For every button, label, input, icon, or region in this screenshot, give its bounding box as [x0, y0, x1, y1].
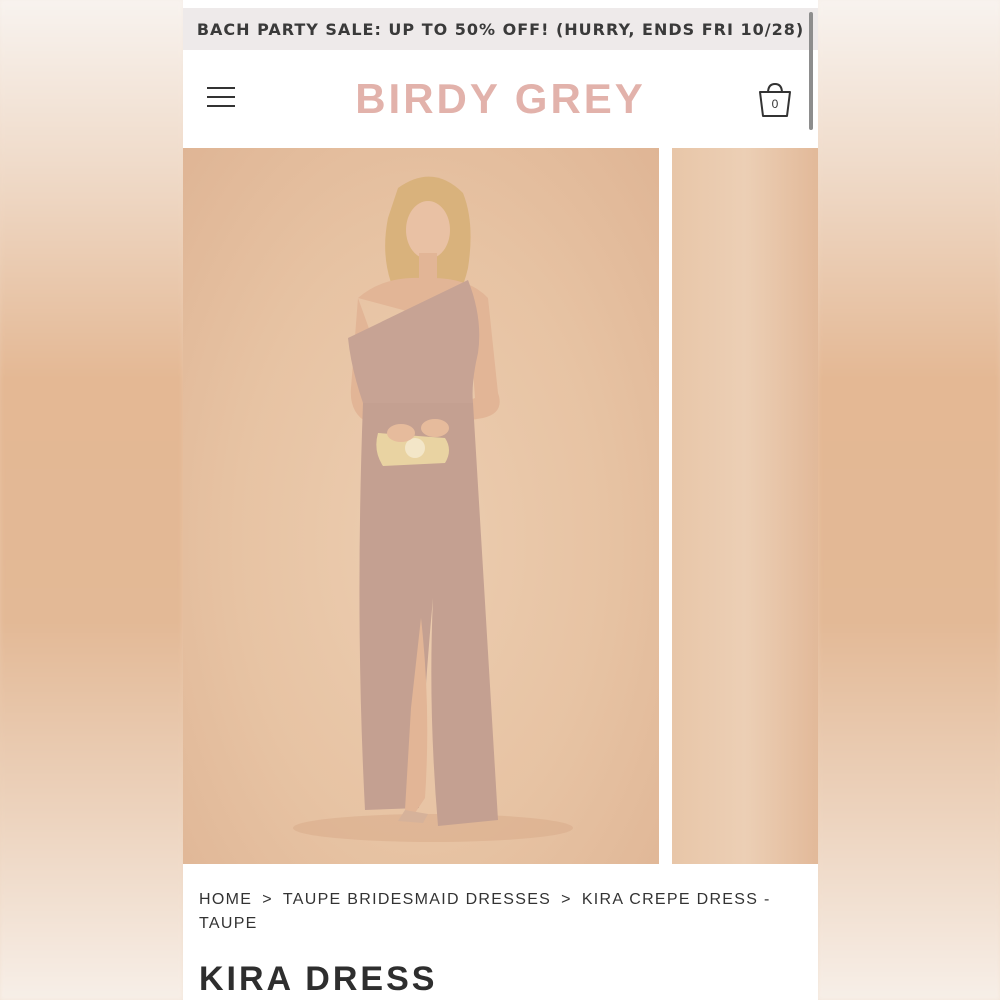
product-title: KIRA DRESS [199, 960, 438, 998]
promo-banner[interactable]: BACH PARTY SALE: UP TO 50% OFF! (HURRY, … [183, 8, 818, 50]
product-image-next[interactable] [672, 148, 818, 864]
breadcrumb-home[interactable]: HOME [199, 891, 252, 908]
mobile-page: BACH PARTY SALE: UP TO 50% OFF! (HURRY, … [183, 0, 818, 1000]
cart-button[interactable]: 0 [755, 80, 795, 120]
brand-logo[interactable]: BIRDY GREY [183, 50, 818, 148]
background-blur-left [0, 0, 183, 1000]
breadcrumb-category[interactable]: TAUPE BRIDESMAID DRESSES [283, 891, 551, 908]
background-blur-right [818, 0, 1000, 1000]
breadcrumb-separator: > [262, 891, 273, 908]
scrollbar[interactable] [809, 12, 813, 130]
breadcrumb-separator: > [561, 891, 572, 908]
model-dress-image [293, 176, 573, 842]
hamburger-menu-icon[interactable] [207, 87, 235, 109]
cart-count: 0 [771, 97, 779, 111]
product-image-main[interactable] [183, 148, 659, 864]
site-header: BIRDY GREY 0 [183, 50, 818, 148]
promo-text: BACH PARTY SALE: UP TO 50% OFF! (HURRY, … [196, 19, 805, 39]
product-gallery[interactable] [183, 148, 818, 864]
breadcrumb: HOME > TAUPE BRIDESMAID DRESSES > KIRA CREPE… [199, 888, 799, 936]
